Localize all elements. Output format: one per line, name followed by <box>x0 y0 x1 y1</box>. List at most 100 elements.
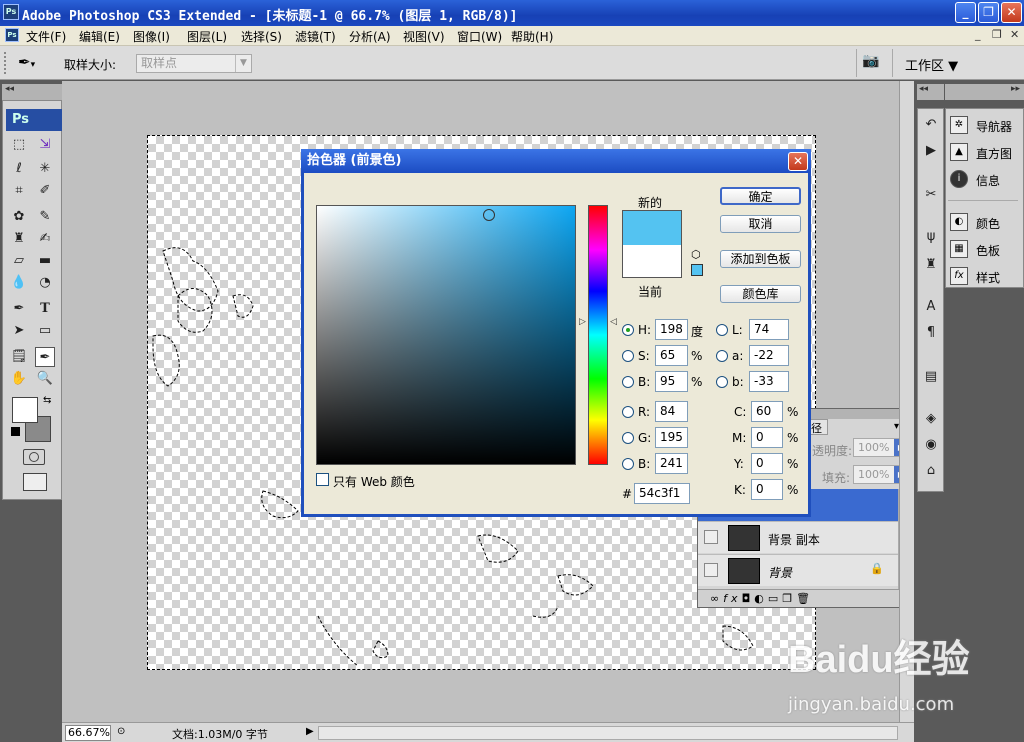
brightness-radio[interactable] <box>622 376 634 388</box>
saturation-radio[interactable] <box>622 350 634 362</box>
hue-field[interactable]: 198 <box>655 319 688 340</box>
black-field[interactable]: 0 <box>751 479 783 500</box>
pen-tool-icon[interactable]: ✒ <box>9 299 29 319</box>
paths-panel-icon[interactable]: ⌂ <box>921 461 941 481</box>
actions-panel-icon[interactable]: ▶ <box>921 141 941 161</box>
doc-restore-icon[interactable]: ❐ <box>992 28 1002 41</box>
menu-image[interactable]: 图像(I) <box>133 28 170 45</box>
lab-l-field[interactable]: 74 <box>749 319 789 340</box>
type-tool-icon[interactable]: T <box>35 299 55 319</box>
move-tool-icon[interactable]: ⇲ <box>35 135 55 155</box>
status-menu-arrow-icon[interactable]: ▶ <box>306 726 314 737</box>
saturation-field[interactable]: 65 <box>655 345 688 366</box>
eyedropper-tool-preset[interactable]: ✒▾ <box>18 53 52 73</box>
brightness-field[interactable]: 95 <box>655 371 688 392</box>
doc-close-icon[interactable]: ✕ <box>1010 28 1019 41</box>
visibility-toggle[interactable] <box>704 563 718 577</box>
current-color-swatch[interactable] <box>623 245 681 277</box>
sample-size-select[interactable]: 取样点 ▼ <box>136 54 252 73</box>
close-button[interactable]: ✕ <box>1001 2 1022 23</box>
visibility-toggle[interactable] <box>704 530 718 544</box>
cyan-field[interactable]: 60 <box>751 401 783 422</box>
menu-layer[interactable]: 图层(L) <box>187 28 227 45</box>
hue-radio[interactable] <box>622 324 634 336</box>
slice-tool-icon[interactable]: ✐ <box>35 181 55 201</box>
lab-a-radio[interactable] <box>716 350 728 362</box>
info-panel-button[interactable]: i 信息 <box>948 168 1018 190</box>
histogram-panel-button[interactable]: ▲ 直方图 <box>948 141 1018 163</box>
horizontal-scrollbar[interactable] <box>318 726 898 740</box>
lab-b-field[interactable]: -33 <box>749 371 789 392</box>
restore-button[interactable]: ❐ <box>978 2 999 23</box>
foreground-color-swatch[interactable] <box>12 397 38 423</box>
hue-slider[interactable] <box>588 205 608 465</box>
brush-tool-icon[interactable]: ✎ <box>35 207 55 227</box>
layer-row[interactable]: 背景 🔒 <box>698 554 898 586</box>
layer-mask-icon[interactable]: ◘ <box>742 592 755 605</box>
menu-help[interactable]: 帮助(H) <box>511 28 553 45</box>
blue-field[interactable]: 241 <box>655 453 688 474</box>
blur-tool-icon[interactable]: 💧 <box>9 273 29 293</box>
ok-button[interactable]: 确定 <box>720 187 801 205</box>
navigator-panel-button[interactable]: ✲ 导航器 <box>948 114 1018 136</box>
menu-analysis[interactable]: 分析(A) <box>349 28 391 45</box>
layer-comps-icon[interactable]: ▤ <box>921 367 941 387</box>
zoom-field[interactable]: 66.67% <box>65 725 111 741</box>
brushes-panel-icon[interactable]: ψ <box>921 227 941 247</box>
red-radio[interactable] <box>622 406 634 418</box>
color-field[interactable] <box>316 205 576 465</box>
history-brush-icon[interactable]: ✍ <box>35 229 55 249</box>
lab-b-radio[interactable] <box>716 376 728 388</box>
hand-tool-icon[interactable]: ✋ <box>9 369 29 389</box>
channels-panel-icon[interactable]: ◉ <box>921 435 941 455</box>
history-panel-icon[interactable]: ↶ <box>921 115 941 135</box>
notes-tool-icon[interactable]: 🗒 <box>9 347 29 367</box>
gradient-tool-icon[interactable]: ▬ <box>35 251 55 271</box>
color-libraries-button[interactable]: 颜色库 <box>720 285 801 303</box>
hue-slider-left-arrow-icon[interactable]: ▷ <box>579 317 586 327</box>
menu-select[interactable]: 选择(S) <box>241 28 282 45</box>
healing-brush-icon[interactable]: ✿ <box>9 207 29 227</box>
delete-layer-icon[interactable]: 🗑 <box>796 592 814 605</box>
paragraph-panel-icon[interactable]: ¶ <box>921 323 941 343</box>
shape-tool-icon[interactable]: ▭ <box>35 321 55 341</box>
only-web-colors-checkbox[interactable] <box>316 473 329 486</box>
status-icon[interactable]: ⊙ <box>117 726 131 740</box>
lasso-tool-icon[interactable]: ℓ <box>9 159 29 179</box>
swap-colors-icon[interactable]: ⇆ <box>43 395 51 406</box>
styles-panel-button[interactable]: fx 样式 <box>948 265 1018 287</box>
menu-window[interactable]: 窗口(W) <box>457 28 502 45</box>
menu-file[interactable]: 文件(F) <box>26 28 66 45</box>
new-group-icon[interactable]: ▭ <box>768 592 782 605</box>
magic-wand-icon[interactable]: ✳ <box>35 159 55 179</box>
hex-field[interactable]: 54c3f1 <box>634 483 690 504</box>
yellow-field[interactable]: 0 <box>751 453 783 474</box>
quick-mask-icon[interactable] <box>23 449 45 465</box>
minimize-button[interactable]: _ <box>955 2 976 23</box>
magenta-field[interactable]: 0 <box>751 427 783 448</box>
character-panel-icon[interactable]: A <box>921 297 941 317</box>
lab-a-field[interactable]: -22 <box>749 345 789 366</box>
new-layer-icon[interactable]: ❐ <box>782 592 796 605</box>
color-panel-button[interactable]: ◐ 颜色 <box>948 211 1018 233</box>
workspace-menu[interactable]: 工作区 ▼ <box>905 55 958 74</box>
web-safe-swatch[interactable] <box>691 264 703 276</box>
layer-row[interactable]: 背景 副本 <box>698 521 898 553</box>
eraser-tool-icon[interactable]: ▱ <box>9 251 29 271</box>
bridge-icon[interactable]: 📷 <box>862 53 888 73</box>
swatches-panel-button[interactable]: ▦ 色板 <box>948 238 1018 260</box>
vertical-scrollbar[interactable] <box>899 81 914 722</box>
default-colors-icon[interactable] <box>11 427 20 436</box>
marquee-tool-icon[interactable]: ⬚ <box>9 135 29 155</box>
link-layers-icon[interactable]: ∞ <box>710 592 723 605</box>
menu-filter[interactable]: 滤镜(T) <box>295 28 336 45</box>
clone-source-icon[interactable]: ♜ <box>921 255 941 275</box>
path-selection-icon[interactable]: ➤ <box>9 321 29 341</box>
red-field[interactable]: 84 <box>655 401 688 422</box>
blue-radio[interactable] <box>622 458 634 470</box>
tool-presets-icon[interactable]: ✂ <box>921 185 941 205</box>
dock-collapse-icon[interactable]: ◂◂ <box>917 84 944 100</box>
clone-stamp-icon[interactable]: ♜ <box>9 229 29 249</box>
menu-view[interactable]: 视图(V) <box>403 28 445 45</box>
green-radio[interactable] <box>622 432 634 444</box>
